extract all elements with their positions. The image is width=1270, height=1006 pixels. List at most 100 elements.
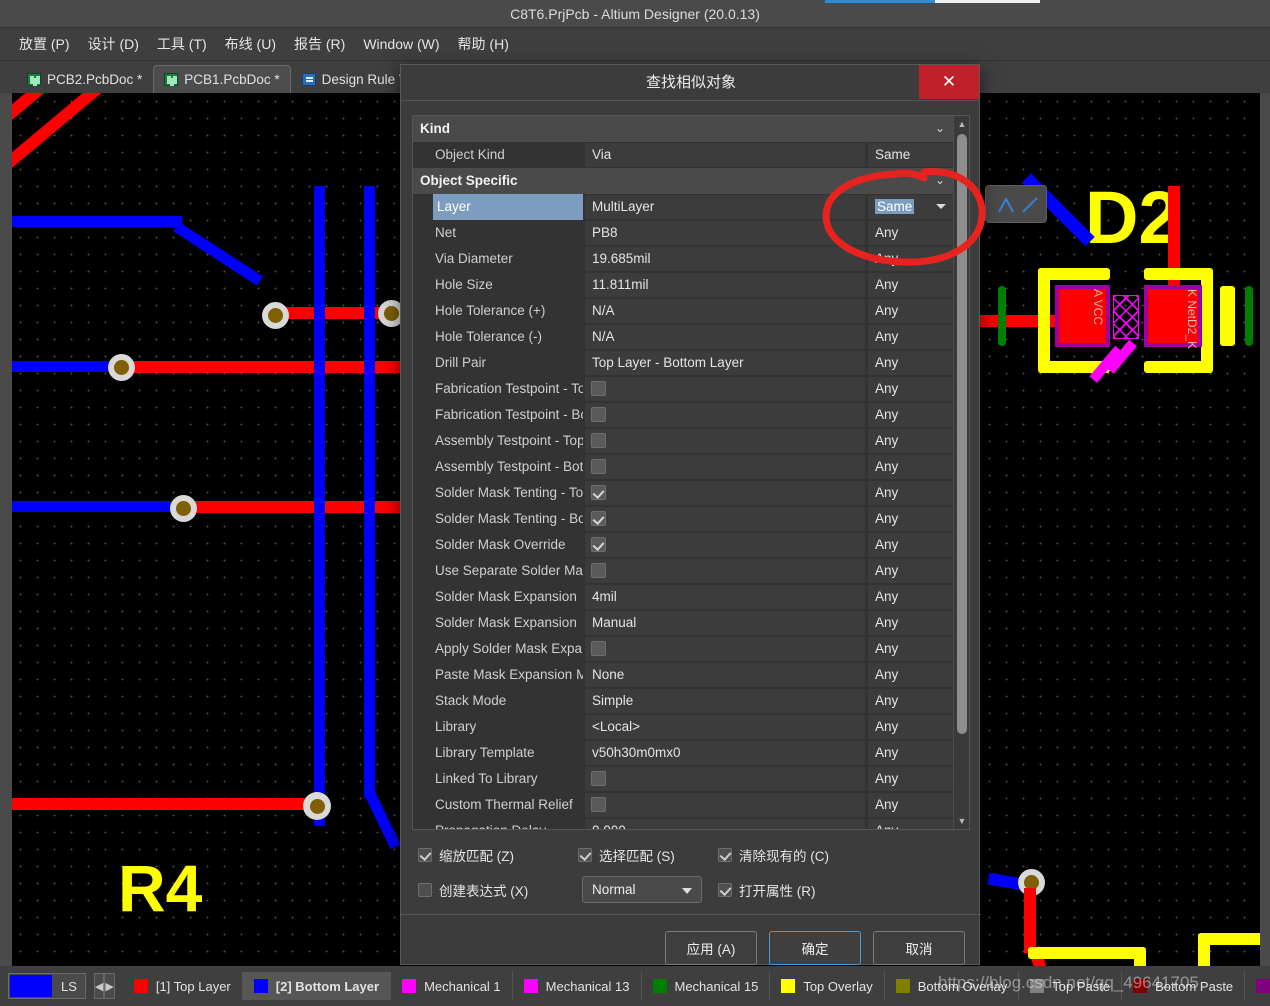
row-fabrication-testpoint-top[interactable]: Fabrication Testpoint - Top Any [413, 376, 954, 402]
row-match[interactable]: Any [868, 533, 954, 557]
checkbox-icon[interactable] [418, 883, 432, 897]
row-solder-mask-expansion[interactable]: Solder Mask Expansion 4mil Any [413, 584, 954, 610]
row-apply-solder-mask-expansion[interactable]: Apply Solder Mask Expansion Any [413, 636, 954, 662]
menu-item-tools[interactable]: 工具 (T) [148, 30, 216, 58]
row-value[interactable] [585, 403, 865, 427]
row-match[interactable]: Same [868, 143, 954, 167]
scroll-right-icon[interactable]: ▶ [104, 973, 115, 999]
layer-set-button[interactable]: LS [8, 973, 86, 999]
row-value[interactable]: 19.685mil [585, 247, 865, 271]
checkbox-icon[interactable] [418, 848, 432, 862]
layer-tab-top-paste[interactable]: Top Paste [1019, 972, 1123, 1000]
chevron-collapse-icon[interactable]: ⌄ [935, 122, 945, 134]
properties-grid[interactable]: Kind ⌄ Object Kind Via Same Object Speci… [412, 115, 970, 830]
row-value[interactable]: Manual [585, 611, 865, 635]
row-value[interactable]: Top Layer - Bottom Layer [585, 351, 865, 375]
menu-item-route[interactable]: 布线 (U) [216, 30, 285, 58]
row-value[interactable] [585, 533, 865, 557]
row-match-dropdown[interactable]: Same [868, 195, 954, 219]
menu-item-design[interactable]: 设计 (D) [79, 30, 148, 58]
row-value[interactable]: <Local> [585, 715, 865, 739]
row-match[interactable]: Any [868, 455, 954, 479]
row-paste-mask-expansion-mode[interactable]: Paste Mask Expansion Mode None Any [413, 662, 954, 688]
row-match[interactable]: Any [868, 637, 954, 661]
menu-item-place[interactable]: 放置 (P) [10, 30, 79, 58]
row-hole-tolerance-minus[interactable]: Hole Tolerance (-) N/A Any [413, 324, 954, 350]
row-match[interactable]: Any [868, 559, 954, 583]
menu-item-reports[interactable]: 报告 (R) [285, 30, 354, 58]
row-value[interactable]: Simple [585, 689, 865, 713]
scroll-left-icon[interactable]: ◀ [93, 973, 105, 999]
row-hole-size[interactable]: Hole Size 11.811mil Any [413, 272, 954, 298]
row-net[interactable]: Net PB8 Any [413, 220, 954, 246]
row-match[interactable]: Any [868, 325, 954, 349]
row-value[interactable]: N/A [585, 299, 865, 323]
row-assembly-testpoint-bottom[interactable]: Assembly Testpoint - Bottom Any [413, 454, 954, 480]
checkbox-zoom-matching[interactable]: 缩放匹配 (Z) [418, 841, 514, 869]
layer-tab-top-overlay[interactable]: Top Overlay [770, 972, 885, 1000]
row-match[interactable]: Any [868, 689, 954, 713]
row-value[interactable] [585, 455, 865, 479]
row-value[interactable] [585, 559, 865, 583]
row-value[interactable]: 11.811mil [585, 273, 865, 297]
group-header-kind[interactable]: Kind ⌄ [413, 116, 954, 142]
row-match[interactable]: Any [868, 351, 954, 375]
row-match[interactable]: Any [868, 819, 954, 829]
checkbox-icon[interactable] [578, 848, 592, 862]
document-tab-pcb2[interactable]: PCB2.PcbDoc * [16, 65, 153, 93]
row-match[interactable]: Any [868, 507, 954, 531]
row-linked-to-library[interactable]: Linked To Library Any [413, 766, 954, 792]
row-drill-pair[interactable]: Drill Pair Top Layer - Bottom Layer Any [413, 350, 954, 376]
row-match[interactable]: Any [868, 741, 954, 765]
checkbox-clear-existing[interactable]: 清除现有的 (C) [718, 841, 829, 869]
row-match[interactable]: Any [868, 611, 954, 635]
row-checkbox[interactable] [591, 797, 606, 812]
row-via-diameter[interactable]: Via Diameter 19.685mil Any [413, 246, 954, 272]
layer-tab-mechanical-15[interactable]: Mechanical 15 [642, 972, 771, 1000]
row-value[interactable]: 4mil [585, 585, 865, 609]
layer-tab-mechanical-1[interactable]: Mechanical 1 [391, 972, 513, 1000]
row-use-separate-solder-mask[interactable]: Use Separate Solder Mask Any [413, 558, 954, 584]
row-match[interactable]: Any [868, 377, 954, 401]
row-value[interactable]: Via [585, 143, 865, 167]
row-value[interactable]: PB8 [585, 221, 865, 245]
row-solder-mask-tenting-top[interactable]: Solder Mask Tenting - Top Any [413, 480, 954, 506]
row-value[interactable] [585, 377, 865, 401]
row-match[interactable]: Any [868, 793, 954, 817]
chevron-down-icon[interactable] [936, 204, 946, 209]
menu-item-help[interactable]: 帮助 (H) [449, 30, 518, 58]
row-layer[interactable]: Layer MultiLayer Same [413, 194, 954, 220]
row-checkbox[interactable] [591, 407, 606, 422]
layer-tab-top-layer[interactable]: [1] Top Layer [123, 972, 243, 1000]
row-hole-tolerance-plus[interactable]: Hole Tolerance (+) N/A Any [413, 298, 954, 324]
layer-tab-extra[interactable] [1245, 972, 1270, 1000]
chevron-down-icon[interactable] [682, 888, 692, 894]
row-object-kind[interactable]: Object Kind Via Same [413, 142, 954, 168]
checkbox-select-matching[interactable]: 选择匹配 (S) [578, 841, 675, 869]
layer-tab-bottom-overlay[interactable]: Bottom Overlay [885, 972, 1020, 1000]
properties-grid-scrollbar[interactable]: ▲ ▼ [953, 116, 969, 829]
row-checkbox[interactable] [591, 641, 606, 656]
row-value[interactable] [585, 637, 865, 661]
row-solder-mask-override[interactable]: Solder Mask Override Any [413, 532, 954, 558]
group-header-object-specific[interactable]: Object Specific ⌄ [413, 168, 954, 194]
row-value[interactable]: None [585, 663, 865, 687]
layer-tab-mechanical-13[interactable]: Mechanical 13 [513, 972, 642, 1000]
cancel-button[interactable]: 取消 [873, 931, 965, 965]
row-match[interactable]: Any [868, 481, 954, 505]
row-propagation-delay[interactable]: Propagation Delay 0.000 Any [413, 818, 954, 829]
row-match[interactable]: Any [868, 585, 954, 609]
row-checkbox[interactable] [591, 381, 606, 396]
row-value[interactable]: v50h30m0mx0 [585, 741, 865, 765]
row-match[interactable]: Any [868, 429, 954, 453]
row-value[interactable] [585, 429, 865, 453]
document-tab-pcb1[interactable]: PCB1.PcbDoc * [153, 65, 291, 93]
row-match[interactable]: Any [868, 247, 954, 271]
checkbox-icon[interactable] [718, 848, 732, 862]
row-library-template[interactable]: Library Template v50h30m0mx0 Any [413, 740, 954, 766]
row-match[interactable]: Any [868, 403, 954, 427]
apply-button[interactable]: 应用 (A) [665, 931, 757, 965]
menu-item-window[interactable]: Window (W) [354, 32, 448, 56]
row-stack-mode[interactable]: Stack Mode Simple Any [413, 688, 954, 714]
scroll-down-icon[interactable]: ▼ [954, 813, 969, 829]
